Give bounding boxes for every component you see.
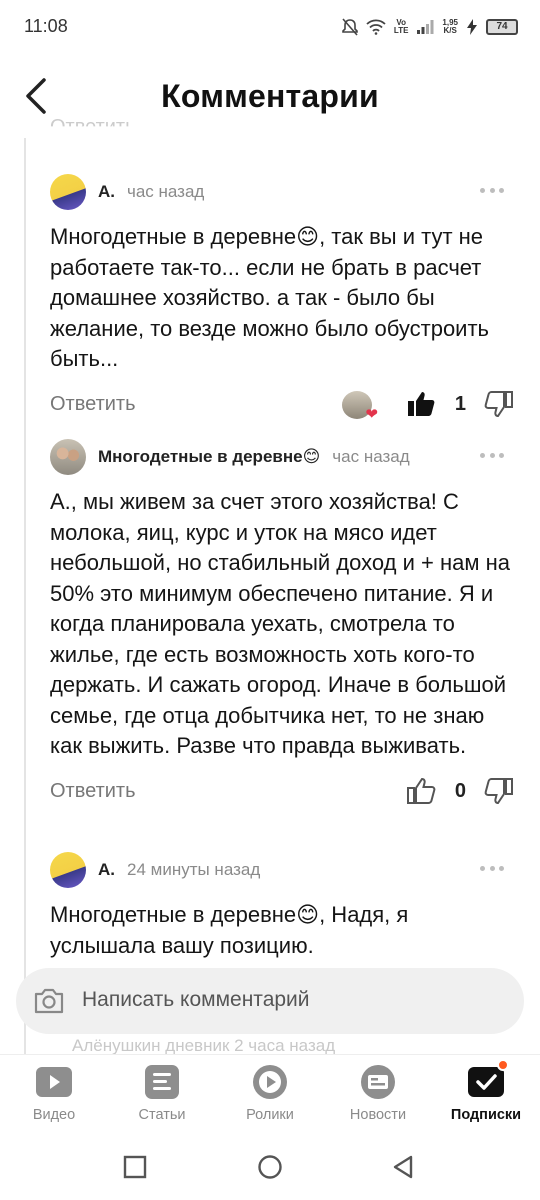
like-button[interactable] (406, 389, 436, 419)
thumbs-down-icon (484, 777, 513, 804)
avatar[interactable] (50, 439, 86, 475)
dislike-button[interactable] (484, 389, 514, 419)
net-speed: 1,95 K/S (442, 19, 458, 35)
avatar[interactable] (50, 174, 86, 210)
comment-time: час назад (332, 447, 410, 466)
mute-icon (342, 18, 358, 36)
tab-label: Ролики (246, 1107, 294, 1123)
comment-actions: Ответить ❤ 1 (50, 385, 520, 425)
system-navigation-bar (0, 1134, 540, 1200)
speed-unit: K/S (443, 26, 457, 35)
camera-icon[interactable] (32, 986, 66, 1016)
more-options-icon[interactable] (480, 862, 504, 874)
network-type: Vo LTE (394, 19, 409, 35)
comment-header: А. час назад (50, 172, 520, 212)
comment-author[interactable]: А. (98, 182, 115, 202)
comment-author[interactable]: Многодетные в деревне😊 (98, 447, 320, 467)
like-count: 0 (454, 779, 466, 802)
status-icons: Vo LTE 1,95 K/S 74 (342, 14, 518, 40)
reply-button[interactable]: Ответить (50, 393, 136, 416)
video-play-icon (36, 1067, 72, 1097)
comment-header: Многодетные в деревне😊 час назад (50, 437, 520, 477)
liker-avatar[interactable]: ❤ (342, 390, 378, 423)
heart-icon: ❤ (365, 405, 378, 423)
comment-author[interactable]: А. (98, 860, 115, 880)
like-count: 1 (454, 392, 466, 415)
tab-news[interactable]: Новости (324, 1055, 432, 1134)
recent-apps-icon[interactable] (120, 1152, 150, 1182)
battery-indicator: 74 (486, 19, 518, 35)
network-bottom: LTE (393, 26, 409, 35)
comment-item: А. час назад Многодетные в деревне😊, так… (50, 172, 520, 425)
subscriptions-icon-wrap (466, 1059, 509, 1101)
status-bar: 11:08 Vo LTE 1,95 K/S 74 (0, 0, 540, 56)
comment-time: 24 минуты назад (127, 860, 261, 879)
articles-icon (145, 1065, 179, 1099)
news-icon (361, 1065, 395, 1099)
comment-time: час назад (127, 182, 205, 201)
tab-label: Новости (349, 1107, 407, 1123)
next-comment-preview: Алёнушкин дневник 2 часа назад (72, 1036, 336, 1055)
tab-articles[interactable]: Статьи (108, 1055, 216, 1134)
thumbs-up-icon (407, 777, 436, 804)
wifi-icon (366, 19, 386, 35)
tab-label: Статьи (138, 1107, 186, 1123)
more-options-icon[interactable] (480, 184, 504, 196)
tab-video[interactable]: Видео (0, 1055, 108, 1134)
avatar[interactable] (50, 852, 86, 888)
comment-item: А. 24 минуты назад Многодетные в деревне… (50, 850, 520, 961)
thumbs-up-filled-icon (408, 391, 435, 416)
thread-line (24, 138, 26, 1058)
reply-button[interactable]: Ответить (50, 780, 136, 803)
tab-clips[interactable]: Ролики (216, 1055, 324, 1134)
comment-item: Многодетные в деревне😊 час назад А., мы … (50, 437, 520, 812)
composer-placeholder[interactable]: Написать комментарий (82, 988, 310, 1012)
tab-subscriptions[interactable]: Подписки (432, 1055, 540, 1134)
like-button[interactable] (406, 776, 436, 806)
dislike-button[interactable] (484, 776, 514, 806)
comment-actions: Ответить 0 (50, 772, 520, 812)
comment-text: Многодетные в деревне😊, так вы и тут не … (50, 224, 490, 371)
signal-icon (417, 20, 434, 34)
comment-text: А., мы живем за счет этого хозяйства! С … (50, 489, 510, 758)
comment-text: Многодетные в деревне😊, Надя, я услышала… (50, 902, 409, 958)
bottom-tab-bar: Видео Статьи Ролики Новости Подписки (0, 1054, 540, 1134)
tab-label: Видео (32, 1107, 76, 1123)
clips-icon (253, 1065, 287, 1099)
thumbs-down-icon (484, 390, 513, 417)
tab-label: Подписки (450, 1107, 522, 1123)
charging-icon (467, 19, 477, 35)
notification-badge (497, 1059, 509, 1071)
more-options-icon[interactable] (480, 449, 504, 461)
home-icon[interactable] (255, 1152, 285, 1182)
comment-composer[interactable]: Написать комментарий (16, 968, 524, 1034)
back-nav-icon[interactable] (388, 1152, 418, 1182)
status-time: 11:08 (24, 16, 68, 36)
comment-header: А. 24 минуты назад (50, 850, 520, 890)
